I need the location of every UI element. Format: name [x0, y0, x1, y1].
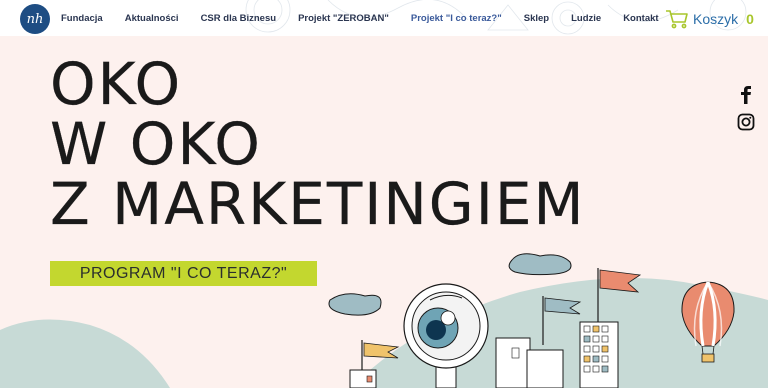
nav-item-kontakt[interactable]: Kontakt — [623, 13, 658, 24]
eye-tower — [403, 283, 489, 388]
nav-item-aktualnosci[interactable]: Aktualności — [125, 13, 179, 24]
flag-teal — [544, 297, 582, 315]
cloud-top — [508, 253, 572, 276]
left-hill — [0, 319, 170, 388]
hero-title-line-2: W OKO — [50, 110, 262, 178]
nav-item-fundacja[interactable]: Fundacja — [61, 13, 103, 24]
top-navbar: nh Fundacja Aktualności CSR dla Biznesu … — [0, 0, 768, 36]
cart-icon — [666, 10, 688, 29]
right-hill — [350, 277, 768, 388]
cart-label: Koszyk — [693, 11, 739, 27]
building-windows — [366, 325, 609, 383]
cart-button[interactable]: Koszyk 0 — [665, 9, 754, 29]
instagram-icon — [737, 113, 755, 131]
nav-item-sklep[interactable]: Sklep — [524, 13, 549, 24]
flag-red — [599, 269, 642, 293]
foundation-logo[interactable]: nh — [20, 4, 50, 34]
cart-count: 0 — [746, 11, 754, 27]
flag-yellow — [363, 342, 400, 359]
instagram-link[interactable] — [736, 112, 756, 132]
hero-title-line-1: OKO — [50, 50, 183, 118]
logo-text: nh — [26, 11, 44, 27]
hero-title: OKO W OKO Z MARKETINGIEM — [50, 54, 586, 234]
nav-item-ludzie[interactable]: Ludzie — [571, 13, 601, 24]
main-nav: Fundacja Aktualności CSR dla Biznesu Pro… — [61, 0, 681, 36]
facebook-link[interactable] — [736, 85, 756, 105]
nav-item-i-co-teraz[interactable]: Projekt "I co teraz?" — [411, 13, 502, 24]
program-badge: PROGRAM "I CO TERAZ?" — [50, 261, 317, 286]
facebook-icon — [741, 86, 751, 104]
hero-title-line-3: Z MARKETINGIEM — [50, 170, 586, 238]
nav-item-csr[interactable]: CSR dla Biznesu — [201, 13, 277, 24]
hot-air-balloon — [681, 281, 735, 363]
nav-item-zeroban[interactable]: Projekt "ZEROBAN" — [298, 13, 389, 24]
cloud-left — [328, 293, 382, 316]
